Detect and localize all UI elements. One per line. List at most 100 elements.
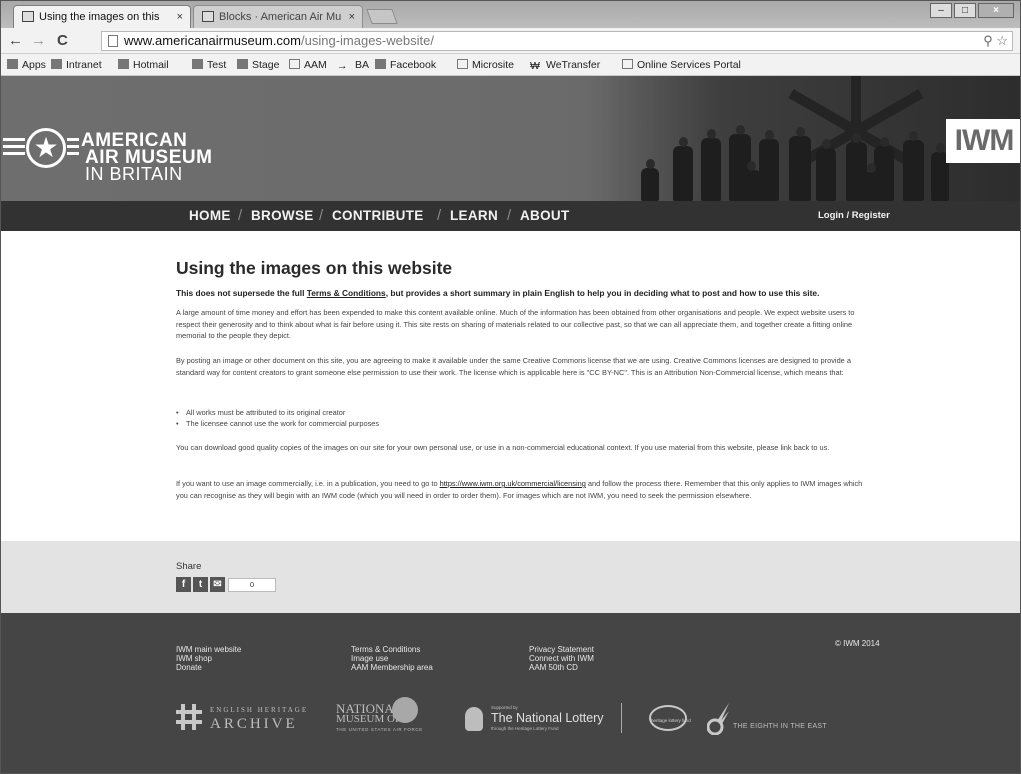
folder-icon: [622, 59, 633, 69]
bookmark-aam[interactable]: AAM: [289, 54, 327, 76]
tab-label: Using the images on this: [39, 11, 160, 23]
twitter-share-icon[interactable]: t: [193, 577, 208, 592]
footer-link-donate[interactable]: Donate: [176, 663, 202, 672]
zoom-icon[interactable]: ⚲: [983, 33, 993, 48]
lottery-supported-by: Supported by: [491, 705, 518, 710]
tab-blocks[interactable]: Blocks · American Air Mu ×: [193, 5, 363, 28]
bookmark-label: Stage: [252, 59, 280, 71]
footer-link-privacy[interactable]: Privacy Statement: [529, 645, 594, 654]
footer-link-cd[interactable]: AAM 50th CD: [529, 663, 578, 672]
nmusaf-line-2: MUSEUM OF: [336, 713, 402, 725]
nav-browse[interactable]: BROWSE: [251, 201, 314, 231]
ba-icon: →: [337, 60, 348, 72]
bookmark-label: Microsite: [472, 59, 515, 71]
footer-link-connect[interactable]: Connect with IWM: [529, 654, 594, 663]
nav-separator: /: [507, 207, 512, 224]
footer-link-iwm-main[interactable]: IWM main website: [176, 645, 241, 654]
bookmark-facebook[interactable]: Facebook: [375, 54, 436, 76]
reload-icon[interactable]: C: [57, 31, 68, 51]
logo-line-3: IN BRITAIN: [85, 164, 183, 184]
national-lottery-logo[interactable]: Supported by The National Lottery throug…: [465, 703, 625, 735]
bookmarks-bar: Apps Intranet Hotmail Test Stage AAM → BA…: [1, 54, 1020, 76]
paragraph-3: By posting an image or other document on…: [176, 356, 851, 377]
iwm-logo[interactable]: IWM: [946, 119, 1020, 163]
lottery-through: through the Heritage Lottery Fund: [491, 726, 559, 731]
page-favicon-icon: [22, 11, 34, 22]
bookmark-label: Facebook: [390, 59, 437, 71]
nav-contribute[interactable]: CONTRIBUTE: [332, 201, 424, 231]
forward-arrow-icon[interactable]: →: [31, 31, 46, 51]
page-favicon-icon: [202, 11, 214, 22]
lead-text: , but provides a short summary in plain …: [385, 288, 820, 298]
eighth-label: THE EIGHTH IN THE EAST: [733, 723, 827, 730]
facebook-share-icon[interactable]: f: [176, 577, 191, 592]
test-icon: [192, 59, 203, 69]
tab-using-images[interactable]: Using the images on this ×: [13, 5, 191, 28]
bookmark-label: Online Services Portal: [637, 59, 741, 71]
tab-strip: Using the images on this × Blocks · Amer…: [1, 1, 1020, 28]
url-host: www.americanairmuseum.com: [124, 33, 301, 48]
minimize-button[interactable]: –: [930, 3, 952, 18]
bookmark-microsite[interactable]: Microsite: [457, 54, 514, 76]
facebook-icon: [375, 59, 386, 69]
wing-emblem-icon: [707, 703, 729, 735]
share-section: Share f t ✉ 0: [1, 541, 1020, 613]
bookmark-stage[interactable]: Stage: [237, 54, 279, 76]
main-navigation: HOME / BROWSE / CONTRIBUTE / LEARN / ABO…: [1, 201, 1020, 231]
heritage-line-1: ENGLISH HERITAGE: [210, 706, 309, 714]
english-heritage-archive-logo[interactable]: ENGLISH HERITAGE ARCHIVE: [176, 704, 316, 734]
paragraph-5: If you want to use an image commercially…: [176, 478, 866, 501]
nav-separator: /: [238, 207, 243, 224]
tab-close-icon[interactable]: ×: [177, 6, 183, 28]
bookmark-star-icon[interactable]: ☆: [996, 33, 1008, 48]
bookmark-apps[interactable]: Apps: [7, 54, 46, 76]
list-item: All works must be attributed to its orig…: [176, 407, 576, 418]
url-path: /using-images-website/: [301, 33, 434, 48]
web-page: ★ AMERICAN AIR MUSEUM IN BRITAIN IWM HOM…: [1, 76, 1020, 773]
bookmark-online-services[interactable]: Online Services Portal: [622, 54, 741, 76]
email-share-icon[interactable]: ✉: [210, 577, 225, 592]
folder-icon: [457, 59, 468, 69]
folder-icon: [289, 59, 300, 69]
divider: [621, 703, 622, 733]
hotmail-icon: [118, 59, 129, 69]
star-icon: ★: [26, 128, 66, 168]
maximize-button[interactable]: □: [954, 3, 976, 18]
bookmark-test[interactable]: Test: [192, 54, 226, 76]
nav-home[interactable]: HOME: [189, 201, 231, 231]
bookmark-intranet[interactable]: Intranet: [51, 54, 102, 76]
wetransfer-icon: ₩: [530, 60, 540, 72]
heritage-lottery-fund-logo[interactable]: heritage lottery fund: [649, 703, 693, 735]
footer-link-membership[interactable]: AAM Membership area: [351, 663, 433, 672]
bookmark-wetransfer[interactable]: ₩ WeTransfer: [530, 54, 600, 76]
lottery-name: The National Lottery: [491, 711, 604, 725]
bookmark-label: Apps: [22, 59, 46, 71]
nav-separator: /: [437, 207, 442, 224]
nav-separator: /: [319, 207, 324, 224]
login-register-link[interactable]: Login / Register: [818, 201, 890, 231]
national-museum-usaf-logo[interactable]: NATIONAL MUSEUM OF THE UNITED STATES AIR…: [336, 697, 446, 735]
tab-close-icon[interactable]: ×: [349, 6, 355, 28]
address-bar[interactable]: www.americanairmuseum.com/using-images-w…: [101, 31, 1013, 51]
museum-emblem-icon: [392, 697, 418, 723]
site-logo[interactable]: ★ AMERICAN AIR MUSEUM IN BRITAIN: [3, 123, 243, 191]
new-tab-button[interactable]: [366, 9, 398, 24]
nmusaf-line-3: THE UNITED STATES AIR FORCE: [336, 727, 423, 732]
bookmark-ba[interactable]: → BA: [337, 54, 369, 76]
nav-about[interactable]: ABOUT: [520, 201, 570, 231]
footer-link-iwm-shop[interactable]: IWM shop: [176, 654, 212, 663]
footer-link-terms[interactable]: Terms & Conditions: [351, 645, 420, 654]
terms-link[interactable]: Terms & Conditions: [307, 288, 386, 298]
license-conditions-list: All works must be attributed to its orig…: [176, 407, 576, 429]
eighth-in-the-east-logo[interactable]: THE EIGHTH IN THE EAST: [707, 703, 847, 737]
licensing-link[interactable]: https://www.iwm.org.uk/commercial/licens…: [440, 479, 586, 488]
bookmark-hotmail[interactable]: Hotmail: [118, 54, 169, 76]
nav-learn[interactable]: LEARN: [450, 201, 498, 231]
apps-icon: [7, 59, 18, 69]
lead-paragraph: This does not supersede the full Terms &…: [176, 288, 866, 300]
close-window-button[interactable]: ×: [978, 3, 1014, 18]
stage-icon: [237, 59, 248, 69]
paragraph-4: You can download good quality copies of …: [176, 443, 830, 452]
back-arrow-icon[interactable]: ←: [8, 31, 23, 51]
footer-link-image-use[interactable]: Image use: [351, 654, 388, 663]
